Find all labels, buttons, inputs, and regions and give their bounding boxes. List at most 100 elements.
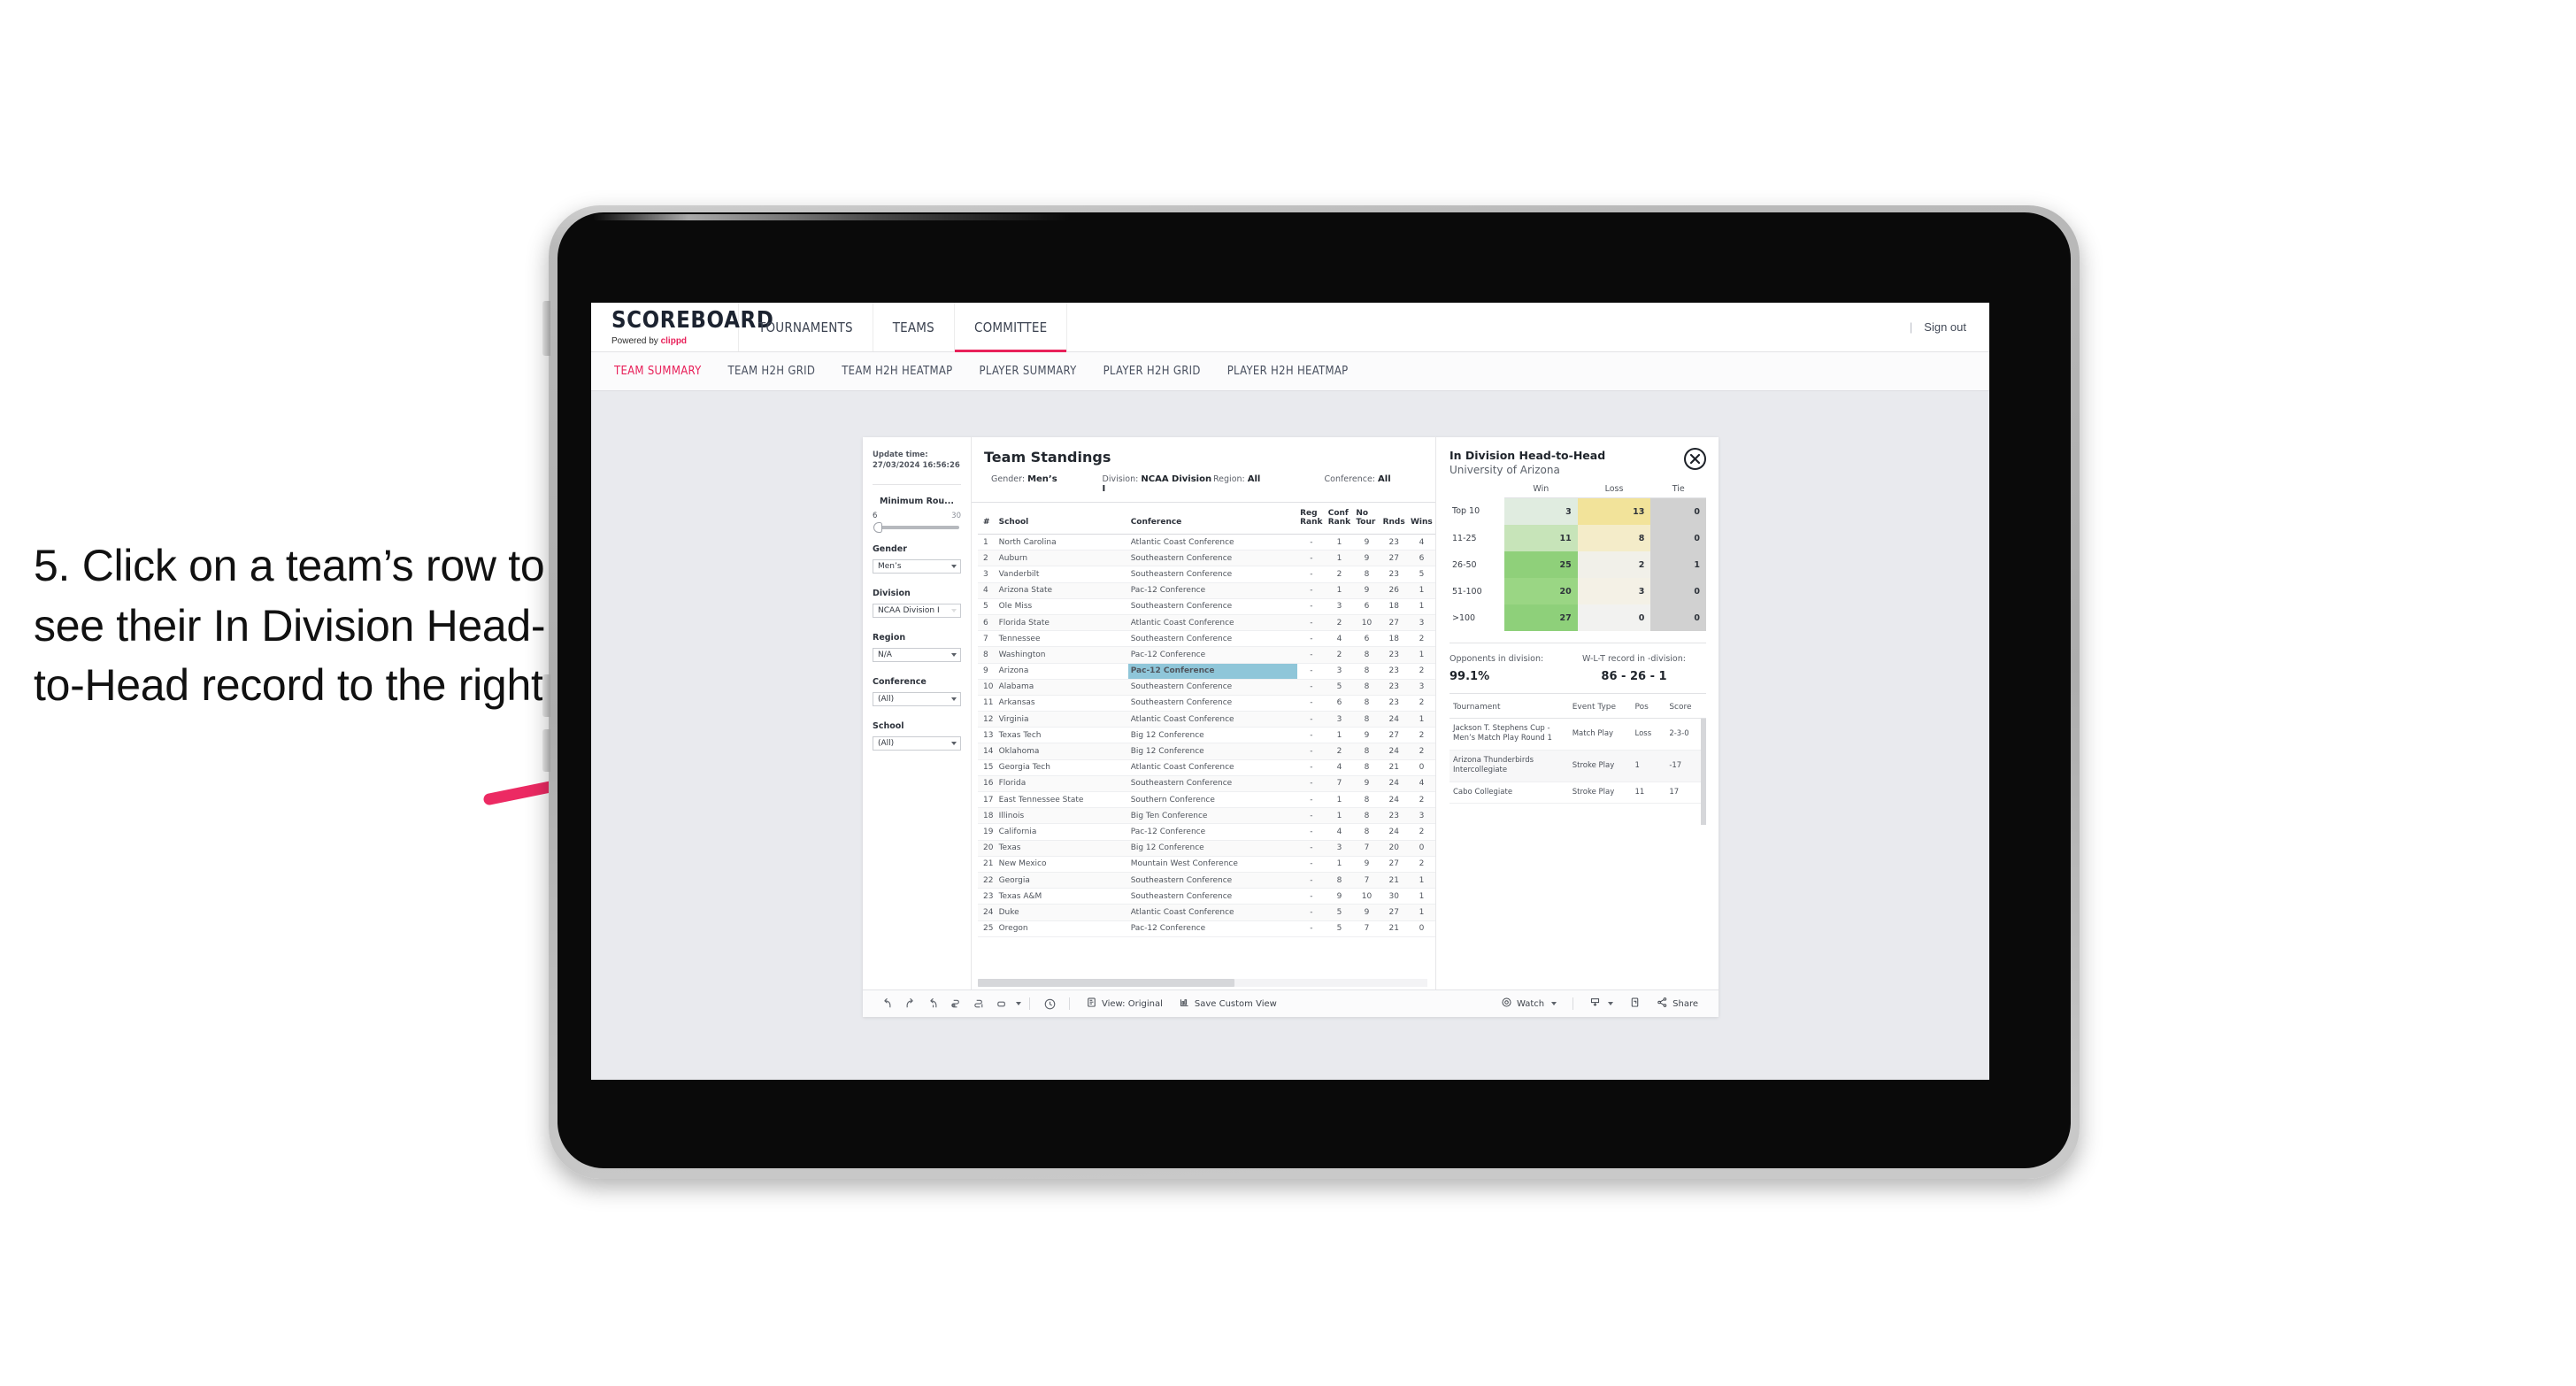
pause-icon[interactable] xyxy=(967,997,990,1011)
cell-conference: Atlantic Coast Conference xyxy=(1127,904,1298,921)
gender-select[interactable]: Men’s xyxy=(873,558,961,574)
col-wins[interactable]: Wins xyxy=(1407,503,1435,535)
standings-table-wrapper: # School Conference Reg Rank Conf Rank N… xyxy=(972,503,1435,989)
col-rnds[interactable]: Rnds xyxy=(1380,503,1408,535)
cell-conf-rank: 1 xyxy=(1325,807,1354,825)
brand-logo[interactable]: SCOREBOARD Powered by clippd xyxy=(591,303,773,351)
events-vertical-scrollbar[interactable] xyxy=(1701,719,1706,825)
fullscreen-button[interactable] xyxy=(1621,997,1649,1011)
table-row[interactable]: 21 New Mexico Mountain West Conference -1 9 2… xyxy=(978,856,1435,873)
school-select[interactable]: (All) xyxy=(873,735,961,751)
nav-item-tournaments[interactable]: TOURNAMENTS xyxy=(739,303,873,351)
table-row[interactable]: 14 Oklahoma Big 12 Conference -2 8 24 2 xyxy=(978,743,1435,760)
download-button[interactable] xyxy=(1581,997,1621,1011)
tab-team-h2h-grid[interactable]: TEAM H2H GRID xyxy=(728,365,816,378)
table-row[interactable]: 20 Texas Big 12 Conference -3 7 20 0 xyxy=(978,840,1435,857)
refresh-icon[interactable] xyxy=(944,997,967,1011)
volume-up-button[interactable] xyxy=(542,674,550,717)
table-row[interactable]: 13 Texas Tech Big 12 Conference -1 9 27 2 xyxy=(978,727,1435,744)
tab-player-summary[interactable]: PLAYER SUMMARY xyxy=(980,365,1077,378)
revert-icon[interactable] xyxy=(921,997,944,1011)
table-row[interactable]: 12 Virginia Atlantic Coast Conference -3 8 24… xyxy=(978,711,1435,728)
table-row[interactable]: 19 California Pac-12 Conference -4 8 24 2 xyxy=(978,823,1435,841)
horizontal-scrollbar[interactable] xyxy=(978,979,1428,987)
min-rounds-slider-handle[interactable] xyxy=(873,521,882,533)
undo-icon[interactable] xyxy=(875,997,898,1011)
table-row[interactable]: 22 Georgia Southeastern Conference -8 7 21 1 xyxy=(978,872,1435,889)
table-row[interactable]: 17 East Tennessee State Southern Conferenc… xyxy=(978,791,1435,809)
table-row[interactable]: 5 Ole Miss Southeastern Conference -3 6 18 1 xyxy=(978,598,1435,615)
table-row[interactable]: 18 Illinois Big Ten Conference -1 8 23 3 xyxy=(978,807,1435,825)
table-row[interactable]: 11 Arkansas Southeastern Conference -6 8 23 2 xyxy=(978,695,1435,712)
share-icon xyxy=(1657,997,1668,1011)
table-row[interactable]: 1 North Carolina Atlantic Coast Conference… xyxy=(978,534,1435,551)
col-reg-rank[interactable]: Reg Rank xyxy=(1297,503,1326,535)
cell-rnds: 23 xyxy=(1380,695,1408,712)
conference-select[interactable]: (All) xyxy=(873,691,961,706)
cell-conf-rank: 2 xyxy=(1325,743,1354,760)
cell-no-tour: 9 xyxy=(1353,534,1380,551)
col-tournament[interactable]: Tournament xyxy=(1449,696,1569,719)
tab-player-h2h-grid[interactable]: PLAYER H2H GRID xyxy=(1103,365,1201,378)
table-row[interactable]: 10 Alabama Southeastern Conference -5 8 23 3 xyxy=(978,679,1435,696)
cell-school: Arizona State xyxy=(996,582,1128,599)
nav-item-teams[interactable]: TEAMS xyxy=(873,303,955,351)
cell-school: Texas Tech xyxy=(996,727,1128,744)
table-row[interactable]: 25 Oregon Pac-12 Conference -5 7 21 0 xyxy=(978,920,1435,937)
share-button[interactable]: Share xyxy=(1649,997,1706,1011)
watch-button[interactable]: Watch xyxy=(1493,997,1565,1011)
cell-conference: Pac-12 Conference xyxy=(1127,823,1298,841)
conference-label: Conference xyxy=(873,676,927,687)
table-row[interactable]: 7 Tennessee Southeastern Conference -4 6 18 2 xyxy=(978,630,1435,648)
event-row[interactable]: Cabo Collegiate Stroke Play 11 17 xyxy=(1449,782,1706,805)
col-pos[interactable]: Pos xyxy=(1631,696,1666,719)
col-conf-rank[interactable]: Conf Rank xyxy=(1325,503,1354,535)
cell-wins: 0 xyxy=(1407,920,1435,937)
table-row[interactable]: 23 Texas A&M Southeastern Conference -9 10 30… xyxy=(978,888,1435,905)
highlight-icon[interactable] xyxy=(990,997,1013,1011)
cell-conf-rank: 3 xyxy=(1325,840,1354,857)
table-row[interactable]: 6 Florida State Atlantic Coast Conference -… xyxy=(978,614,1435,632)
scrollbar-thumb[interactable] xyxy=(978,979,1234,987)
volume-down-button[interactable] xyxy=(542,729,550,772)
region-select[interactable]: N/A xyxy=(873,647,961,662)
min-rounds-title: Minimum Rou... xyxy=(879,496,955,506)
cell-rank: 10 xyxy=(978,679,996,696)
cell-school: Ole Miss xyxy=(996,598,1128,615)
cell-no-tour: 8 xyxy=(1353,566,1380,583)
table-row[interactable]: 4 Arizona State Pac-12 Conference -1 9 26 1 xyxy=(978,582,1435,599)
table-row[interactable]: 24 Duke Atlantic Coast Conference -5 9 27 1 xyxy=(978,904,1435,921)
col-score[interactable]: Score xyxy=(1665,696,1706,719)
tab-team-summary[interactable]: TEAM SUMMARY xyxy=(614,365,702,378)
redo-icon[interactable] xyxy=(898,997,921,1011)
col-no-tour[interactable]: No Tour xyxy=(1353,503,1380,535)
event-row[interactable]: Jackson T. Stephens Cup - Men’s Match Pl… xyxy=(1449,718,1706,751)
table-row[interactable]: 9 Arizona Pac-12 Conference -3 8 23 2 xyxy=(978,663,1435,680)
clock-icon[interactable] xyxy=(1038,997,1061,1011)
tab-team-h2h-heatmap[interactable]: TEAM H2H HEATMAP xyxy=(842,365,952,378)
signout-link[interactable]: Sign out xyxy=(1924,320,1966,334)
cell-wins: 2 xyxy=(1407,823,1435,841)
save-custom-view-button[interactable]: Save Custom View xyxy=(1171,997,1285,1011)
cell-rnds: 26 xyxy=(1380,582,1408,599)
event-row[interactable]: Arizona Thunderbirds Intercollegiate Stro… xyxy=(1449,750,1706,782)
chevron-down-icon[interactable] xyxy=(1016,1002,1021,1005)
col-school[interactable]: School xyxy=(996,503,1128,535)
tab-player-h2h-heatmap[interactable]: PLAYER H2H HEATMAP xyxy=(1227,365,1349,378)
table-row[interactable]: 3 Vanderbilt Southeastern Conference -2 8 23 5 xyxy=(978,566,1435,583)
table-row[interactable]: 15 Georgia Tech Atlantic Coast Conference -… xyxy=(978,759,1435,776)
col-conference[interactable]: Conference xyxy=(1127,503,1298,535)
power-button[interactable] xyxy=(542,301,550,356)
nav-item-committee[interactable]: COMMITTEE xyxy=(954,303,1068,352)
division-select[interactable]: NCAA Division I xyxy=(873,603,961,618)
table-row[interactable]: 8 Washington Pac-12 Conference -2 8 23 1 xyxy=(978,646,1435,664)
col-event-type[interactable]: Event Type xyxy=(1568,696,1632,719)
stat-record: W-L-T record in -division: 86 - 26 - 1 xyxy=(1582,654,1686,683)
table-row[interactable]: 2 Auburn Southeastern Conference -1 9 27 6 xyxy=(978,550,1435,567)
min-rounds-slider[interactable] xyxy=(873,521,959,533)
col-rank[interactable]: # xyxy=(978,503,996,535)
close-icon[interactable] xyxy=(1684,448,1706,470)
view-original-button[interactable]: View: Original xyxy=(1078,997,1171,1011)
cell-reg-rank: - xyxy=(1297,872,1326,889)
table-row[interactable]: 16 Florida Southeastern Conference -7 9 24 4 xyxy=(978,775,1435,793)
